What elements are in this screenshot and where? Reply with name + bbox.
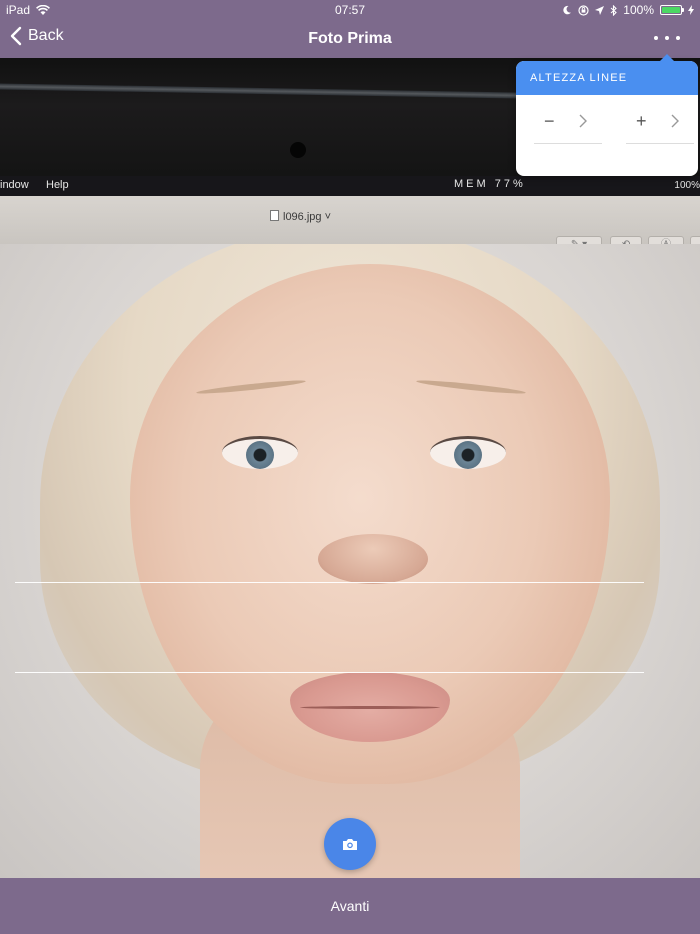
status-bar: iPad 07:57 100%: [0, 0, 700, 20]
next-button[interactable]: Avanti: [0, 898, 700, 914]
line-height-increase-stepper[interactable]: +: [626, 107, 694, 144]
guide-line-top[interactable]: [15, 582, 644, 583]
portrait-photo: [0, 244, 700, 878]
bluetooth-icon: [610, 4, 618, 16]
scene-menubar-battery: 100%: [674, 180, 700, 191]
lock-rotation-icon: [578, 4, 589, 16]
location-icon: [595, 5, 605, 15]
status-time: 07:57: [334, 3, 366, 17]
document-icon: [270, 210, 279, 221]
chevron-right-icon[interactable]: [670, 113, 680, 129]
camera-preview: indow Help MEM 77% 100% l096.jpg ˅ ✎ ▾ ⟲…: [0, 58, 700, 878]
more-icon[interactable]: [654, 28, 680, 48]
line-height-popover: ALTEZZA LINEE − +: [516, 54, 698, 176]
line-height-decrease-stepper[interactable]: −: [534, 107, 602, 144]
popover-title: ALTEZZA LINEE: [516, 61, 698, 95]
scene-window-titlebar: l096.jpg ˅ ✎ ▾ ⟲ Ⓐ: [0, 196, 700, 254]
minus-button[interactable]: −: [544, 111, 555, 132]
guide-line-bottom[interactable]: [15, 672, 644, 673]
scene-menu-help: Help: [46, 179, 69, 191]
bottom-bar: Avanti: [0, 878, 700, 934]
capture-button[interactable]: [324, 818, 376, 870]
scene-document-title: l096.jpg ˅: [270, 210, 331, 223]
plus-button[interactable]: +: [636, 111, 647, 132]
charging-icon: [688, 5, 694, 15]
scene-menubar: indow Help MEM 77% 100%: [0, 176, 700, 196]
battery-icon: [660, 5, 684, 15]
moon-icon: [562, 5, 572, 15]
scene-menubar-status: MEM 77%: [454, 178, 526, 190]
scene-menu-window: indow: [0, 179, 29, 191]
chevron-right-icon[interactable]: [578, 113, 588, 129]
nav-bar: Back Foto Prima: [0, 20, 700, 58]
webcam: [290, 142, 306, 158]
battery-percent: 100%: [623, 3, 654, 17]
camera-icon: [343, 838, 357, 850]
battery-fill: [662, 7, 680, 13]
page-title: Foto Prima: [308, 30, 392, 47]
